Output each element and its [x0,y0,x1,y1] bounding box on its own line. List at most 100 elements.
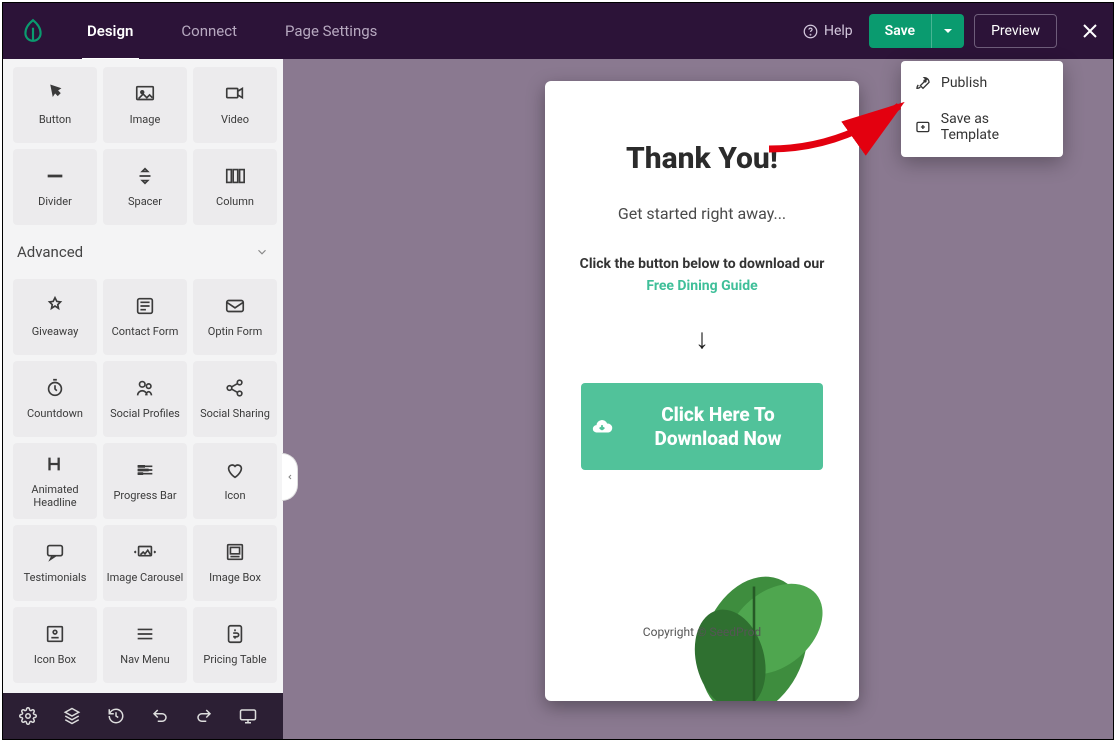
divider-icon [44,165,66,187]
nav-menu-icon [134,623,156,645]
block-label: Icon Box [34,653,76,666]
block-giveaway[interactable]: Giveaway [13,279,97,355]
block-optin-form[interactable]: Optin Form [193,279,277,355]
block-label: Column [216,195,254,208]
copyright-text[interactable]: Copyright © SeedProd [545,625,859,639]
block-label: Optin Form [208,325,262,338]
settings-icon[interactable] [19,707,37,725]
image-box-icon [224,541,246,563]
close-button[interactable] [1067,23,1113,39]
page-instruction[interactable]: Click the button below to download our F… [571,253,833,298]
image-icon [134,83,156,105]
block-label: AnimatedHeadline [31,483,78,509]
testimonials-icon [44,541,66,563]
block-spacer[interactable]: Spacer [103,149,187,225]
column-icon [224,165,246,187]
blocks-sidebar: Button Image Video Divider Spacer Column Adva… [3,59,283,693]
close-icon [1082,23,1098,39]
icon-box-icon [44,623,66,645]
history-icon[interactable] [107,707,125,725]
block-label: Spacer [128,195,162,208]
block-contact-form[interactable]: Contact Form [103,279,187,355]
publish-label: Publish [941,75,987,91]
pricing-table-icon [224,623,246,645]
save-template-label: Save as Template [941,111,1049,143]
block-label: Image Box [209,571,261,584]
save-button-group: Save [869,14,964,48]
block-testimonials[interactable]: Testimonials [13,525,97,601]
save-as-template-menu-item[interactable]: Save as Template [901,101,1063,153]
block-label: Icon [224,489,245,502]
save-dropdown-toggle[interactable] [931,14,964,48]
block-label: Giveaway [32,325,79,338]
video-icon [224,83,246,105]
block-icon-box[interactable]: Icon Box [13,607,97,683]
block-button[interactable]: Button [13,67,97,143]
help-link[interactable]: Help [787,23,869,39]
help-icon [803,24,818,39]
desktop-view-icon[interactable] [239,707,257,725]
preview-button[interactable]: Preview [974,14,1057,48]
tab-connect[interactable]: Connect [157,3,261,59]
block-label: Button [39,113,71,126]
giveaway-icon [44,295,66,317]
main-tabs: Design Connect Page Settings [63,3,401,59]
save-button[interactable]: Save [869,14,931,48]
tab-page-settings[interactable]: Page Settings [261,3,401,59]
sidebar-collapse-handle[interactable] [282,453,298,501]
block-column[interactable]: Column [193,149,277,225]
icon-icon [224,459,246,481]
block-label: Nav Menu [120,653,169,666]
block-progress-bar[interactable]: Progress Bar [103,443,187,519]
download-cta-button[interactable]: Click Here To Download Now [581,383,823,471]
image-carousel-icon [134,541,156,563]
block-icon[interactable]: Icon [193,443,277,519]
block-label: Image Carousel [107,571,184,584]
social-sharing-icon [224,377,246,399]
animated-headline-icon [44,453,66,475]
block-divider[interactable]: Divider [13,149,97,225]
progress-bar-icon [134,459,156,481]
publish-menu-item[interactable]: Publish [901,65,1063,101]
block-nav-menu[interactable]: Nav Menu [103,607,187,683]
sidebar-bottom-toolbar [3,693,283,739]
advanced-section-toggle[interactable]: Advanced [3,233,283,271]
editor-body: Button Image Video Divider Spacer Column Adva… [3,59,1113,739]
page-preview-canvas[interactable]: Thank You! Get started right away... Cli… [545,81,859,701]
help-label: Help [824,23,853,39]
undo-icon[interactable] [151,707,169,725]
save-template-icon [915,119,931,135]
block-social-profiles[interactable]: Social Profiles [103,361,187,437]
save-dropdown-menu: Publish Save as Template [901,61,1063,157]
block-label: Social Profiles [110,407,180,420]
block-pricing-table[interactable]: Pricing Table [193,607,277,683]
block-label: Video [221,113,249,126]
button-icon [44,83,66,105]
block-label: Divider [38,195,72,208]
arrow-down-icon[interactable]: ↓ [571,322,833,355]
instruction-link: Free Dining Guide [646,278,757,294]
tab-design[interactable]: Design [63,3,157,59]
page-title[interactable]: Thank You! [571,141,833,176]
top-bar: Design Connect Page Settings Help Save P… [3,3,1113,59]
block-image-carousel[interactable]: Image Carousel [103,525,187,601]
block-countdown[interactable]: Countdown [13,361,97,437]
block-label: Countdown [27,407,83,420]
layers-icon[interactable] [63,707,81,725]
block-image[interactable]: Image [103,67,187,143]
block-label: Testimonials [24,571,87,584]
page-subtitle[interactable]: Get started right away... [571,204,833,223]
optin-form-icon [224,295,246,317]
contact-form-icon [134,295,156,317]
countdown-icon [44,377,66,399]
block-label: Progress Bar [113,489,176,502]
block-label: Social Sharing [200,407,270,420]
redo-icon[interactable] [195,707,213,725]
block-label: Image [130,113,161,126]
block-animated-headline[interactable]: AnimatedHeadline [13,443,97,519]
advanced-section-label: Advanced [17,243,83,261]
block-image-box[interactable]: Image Box [193,525,277,601]
block-social-sharing[interactable]: Social Sharing [193,361,277,437]
rocket-icon [915,75,931,91]
block-video[interactable]: Video [193,67,277,143]
